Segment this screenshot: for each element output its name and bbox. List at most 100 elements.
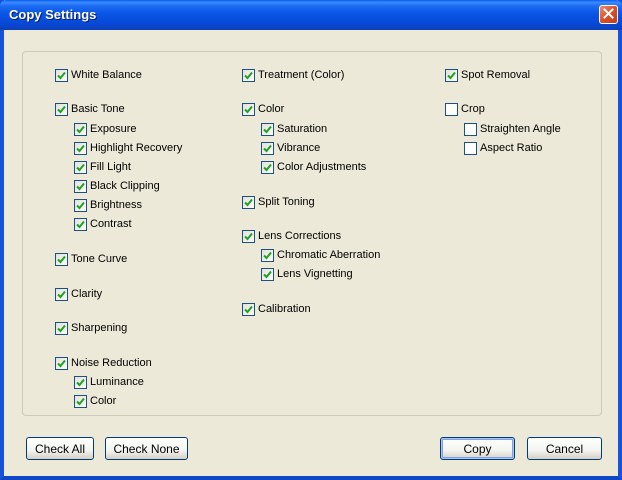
checkbox-box[interactable] (261, 248, 274, 262)
checkbox-box[interactable] (55, 68, 68, 82)
setting-color-checkbox[interactable]: Color (74, 394, 116, 408)
checkmark-icon (263, 125, 272, 134)
setting-treatment-color-checkbox[interactable]: Treatment (Color) (242, 68, 344, 82)
checkbox-label: Highlight Recovery (90, 142, 183, 154)
setting-fill-light-checkbox[interactable]: Fill Light (74, 160, 131, 174)
checkbox-box[interactable] (55, 287, 68, 301)
checkmark-icon (263, 163, 272, 172)
setting-chromatic-aberration-checkbox[interactable]: Chromatic Aberration (261, 248, 380, 262)
checkbox-box[interactable] (242, 229, 255, 243)
title-bar[interactable]: Copy Settings (0, 0, 622, 30)
setting-contrast-checkbox[interactable]: Contrast (74, 217, 132, 231)
checkbox-box[interactable] (74, 375, 87, 389)
checkmark-icon (76, 378, 85, 387)
checkbox-box[interactable] (261, 141, 274, 155)
checkbox-box[interactable] (242, 68, 255, 82)
setting-basic-tone-checkbox[interactable]: Basic Tone (55, 102, 125, 116)
checkbox-box[interactable] (464, 122, 477, 136)
checkbox-label: Sharpening (71, 322, 128, 334)
checkmark-icon (57, 255, 66, 264)
checkmark-icon (76, 220, 85, 229)
window-title: Copy Settings (9, 7, 97, 22)
setting-clarity-checkbox[interactable]: Clarity (55, 287, 102, 301)
checkbox-label: Tone Curve (71, 253, 128, 265)
checkmark-icon (244, 198, 253, 207)
checkbox-label: Treatment (Color) (258, 69, 345, 81)
checkbox-box[interactable] (55, 102, 68, 116)
setting-spot-removal-checkbox[interactable]: Spot Removal (445, 68, 530, 82)
checkbox-box[interactable] (445, 68, 458, 82)
checkbox-label: Color (258, 103, 285, 115)
checkbox-box[interactable] (74, 141, 87, 155)
setting-saturation-checkbox[interactable]: Saturation (261, 122, 327, 136)
checkbox-box[interactable] (242, 102, 255, 116)
checkmark-icon (263, 144, 272, 153)
settings-group-box: White Balance Basic Tone Exposure Highlight… (22, 51, 602, 416)
copy-button[interactable]: Copy (440, 437, 515, 460)
checkbox-label: Aspect Ratio (480, 142, 543, 154)
setting-vibrance-checkbox[interactable]: Vibrance (261, 141, 320, 155)
checkbox-label: Color (90, 395, 117, 407)
setting-black-clipping-checkbox[interactable]: Black Clipping (74, 179, 160, 193)
checkbox-box[interactable] (464, 141, 477, 155)
close-button[interactable] (599, 5, 618, 24)
checkmark-icon (76, 144, 85, 153)
checkmark-icon (263, 270, 272, 279)
checkbox-box[interactable] (74, 122, 87, 136)
checkbox-label: Clarity (71, 288, 103, 300)
checkbox-box[interactable] (74, 160, 87, 174)
setting-color-adjustments-checkbox[interactable]: Color Adjustments (261, 160, 366, 174)
setting-luminance-checkbox[interactable]: Luminance (74, 375, 144, 389)
setting-exposure-checkbox[interactable]: Exposure (74, 122, 136, 136)
checkmark-icon (244, 105, 253, 114)
setting-split-toning-checkbox[interactable]: Split Toning (242, 195, 315, 209)
setting-calibration-checkbox[interactable]: Calibration (242, 302, 311, 316)
checkbox-box[interactable] (74, 198, 87, 212)
checkbox-box[interactable] (261, 122, 274, 136)
checkbox-label: Noise Reduction (71, 357, 152, 369)
setting-noise-reduction-checkbox[interactable]: Noise Reduction (55, 356, 152, 370)
checkmark-icon (76, 201, 85, 210)
checkbox-box[interactable] (55, 356, 68, 370)
checkbox-label: White Balance (71, 69, 142, 81)
setting-tone-curve-checkbox[interactable]: Tone Curve (55, 252, 127, 266)
cancel-button[interactable]: Cancel (527, 437, 602, 460)
check-all-button[interactable]: Check All (26, 437, 94, 460)
checkmark-icon (57, 324, 66, 333)
checkbox-label: Vibrance (277, 142, 321, 154)
checkmark-icon (57, 71, 66, 80)
checkbox-label: Lens Vignetting (277, 268, 353, 280)
setting-white-balance-checkbox[interactable]: White Balance (55, 68, 142, 82)
checkbox-box[interactable] (55, 321, 68, 335)
checkbox-label: Black Clipping (90, 180, 160, 192)
checkbox-label: Color Adjustments (277, 161, 367, 173)
checkbox-box[interactable] (445, 102, 458, 116)
setting-aspect-ratio-checkbox[interactable]: Aspect Ratio (464, 141, 542, 155)
checkmark-icon (263, 251, 272, 260)
checkbox-box[interactable] (261, 267, 274, 281)
checkmark-icon (244, 305, 253, 314)
setting-straighten-angle-checkbox[interactable]: Straighten Angle (464, 122, 561, 136)
checkbox-label: Contrast (90, 218, 132, 230)
setting-lens-vignetting-checkbox[interactable]: Lens Vignetting (261, 267, 353, 281)
checkmark-icon (57, 290, 66, 299)
checkbox-box[interactable] (74, 394, 87, 408)
close-icon (603, 7, 614, 22)
setting-crop-checkbox[interactable]: Crop (445, 102, 485, 116)
checkbox-label: Calibration (258, 303, 311, 315)
setting-sharpening-checkbox[interactable]: Sharpening (55, 321, 127, 335)
checkbox-box[interactable] (74, 179, 87, 193)
setting-brightness-checkbox[interactable]: Brightness (74, 198, 142, 212)
checkbox-label: Exposure (90, 123, 137, 135)
checkbox-box[interactable] (242, 195, 255, 209)
setting-lens-corrections-checkbox[interactable]: Lens Corrections (242, 229, 341, 243)
checkbox-box[interactable] (55, 252, 68, 266)
checkbox-label: Luminance (90, 376, 144, 388)
setting-color-checkbox[interactable]: Color (242, 102, 284, 116)
checkmark-icon (76, 163, 85, 172)
checkbox-box[interactable] (242, 302, 255, 316)
checkbox-box[interactable] (74, 217, 87, 231)
setting-highlight-recovery-checkbox[interactable]: Highlight Recovery (74, 141, 182, 155)
checkbox-box[interactable] (261, 160, 274, 174)
check-none-button[interactable]: Check None (105, 437, 188, 460)
